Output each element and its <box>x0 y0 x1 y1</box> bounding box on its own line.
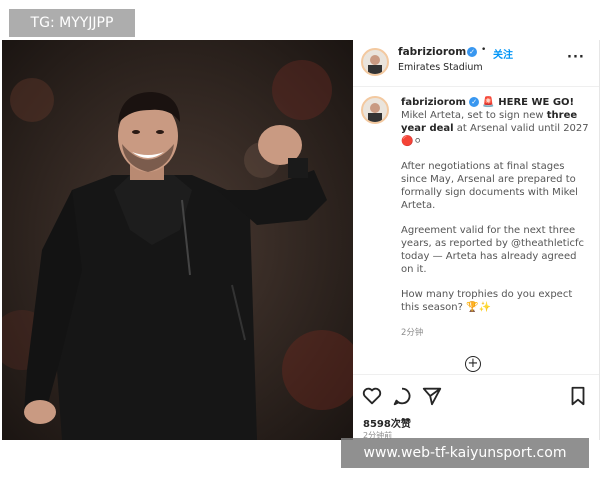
load-more-comments-icon[interactable]: + <box>465 356 481 372</box>
more-options-icon[interactable]: ··· <box>567 50 585 65</box>
caption-headline: 🚨 HERE WE GO! <box>482 97 575 108</box>
post-sidebar: fabriziorom ✓ • 关注 Emirates Stadium ··· … <box>353 40 600 440</box>
caption-verified-icon: ✓ <box>469 97 480 107</box>
post-location[interactable]: Emirates Stadium <box>398 62 483 73</box>
author-username[interactable]: fabriziorom <box>398 46 466 58</box>
caption-username[interactable]: fabriziorom <box>401 97 466 108</box>
heart-icon[interactable] <box>361 385 383 407</box>
author-avatar[interactable] <box>361 48 389 76</box>
caption-paragraph-2: After negotiations at final stages since… <box>401 161 578 211</box>
bookmark-icon[interactable] <box>567 385 589 407</box>
comment-icon[interactable] <box>391 385 413 407</box>
post-photo[interactable] <box>2 40 353 440</box>
verified-badge-icon: ✓ <box>467 47 477 57</box>
separator-dot: • <box>481 45 487 55</box>
caption-text-a: Mikel Arteta, set to sign new <box>401 110 544 121</box>
watermark-top-left: TG: MYYJJPP <box>9 9 135 37</box>
caption-emoji: 🔴⚪ <box>401 136 422 147</box>
post-actions: 8598次赞 2分钟前 <box>353 374 599 441</box>
share-icon[interactable] <box>421 385 443 407</box>
caption-text-b: at Arsenal valid until 2027 <box>456 123 589 134</box>
follow-button[interactable]: 关注 <box>493 46 513 61</box>
post-caption: fabriziorom ✓ 🚨 HERE WE GO! Mikel Arteta… <box>401 96 591 326</box>
post-header: fabriziorom ✓ • 关注 Emirates Stadium ··· <box>353 40 599 87</box>
watermark-bottom-right: www.web-tf-kaiyunsport.com <box>341 438 589 468</box>
caption-paragraph-4: How many trophies do you expect this sea… <box>401 289 573 313</box>
like-count[interactable]: 8598次赞 <box>363 415 411 430</box>
caption-avatar[interactable] <box>361 96 389 124</box>
arteta-photo <box>2 40 353 440</box>
caption-paragraph-3: Agreement valid for the next three years… <box>401 225 585 275</box>
caption-paragraph-1: fabriziorom ✓ 🚨 HERE WE GO! Mikel Arteta… <box>401 96 591 148</box>
caption-time-ago: 2分钟 <box>401 328 424 338</box>
